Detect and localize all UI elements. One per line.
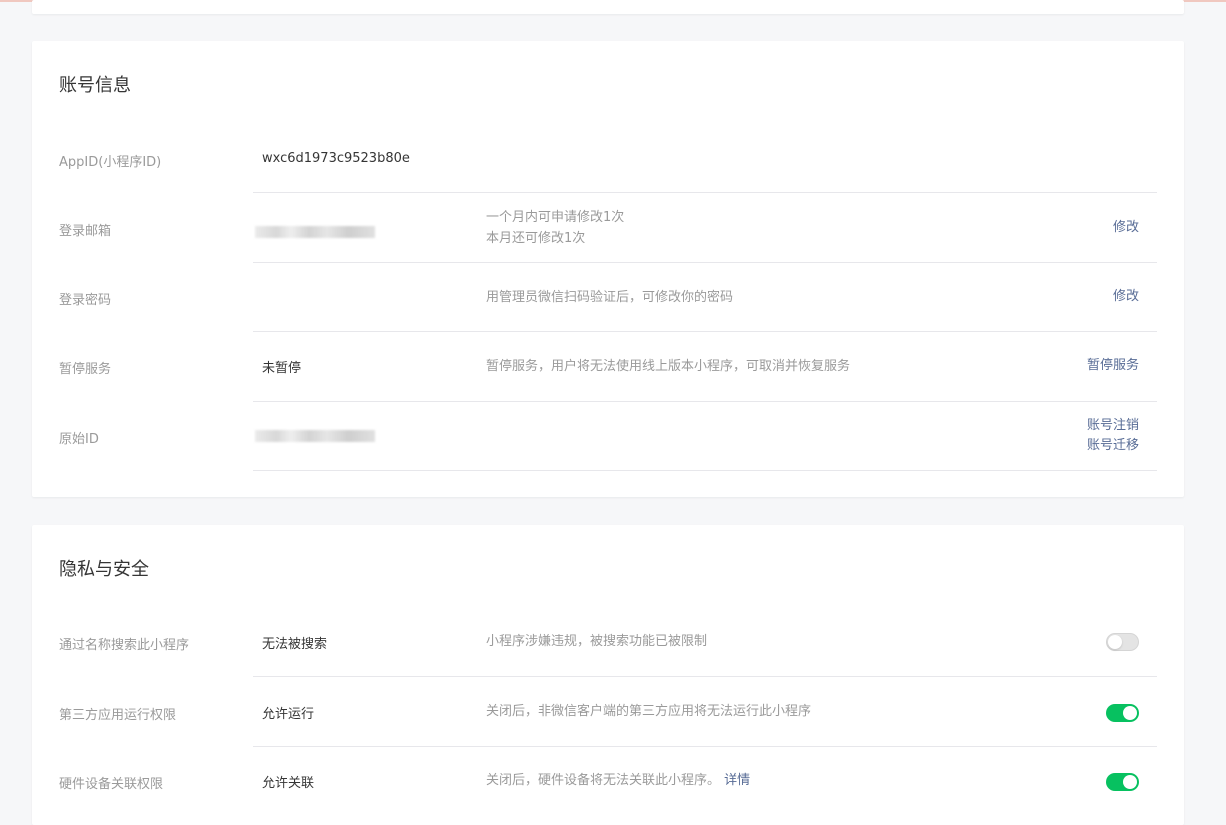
privacy-security-title: 隐私与安全: [59, 559, 149, 580]
email-desc-line2: 本月还可修改1次: [486, 231, 586, 246]
third-party-run-status: 允许运行: [262, 707, 315, 722]
row-divider: [253, 470, 1157, 471]
original-id-actions: 账号注销 账号迁移: [1087, 416, 1139, 456]
account-info-title: 账号信息: [59, 75, 131, 96]
hardware-details-link[interactable]: 详情: [724, 773, 750, 788]
search-by-name-status: 无法被搜索: [262, 637, 328, 652]
search-by-name-desc: 小程序涉嫌违规，被搜索功能已被限制: [486, 634, 708, 649]
hardware-link-desc: 关闭后，硬件设备将无法关联此小程序。 详情: [486, 770, 750, 791]
login-password-label: 登录密码: [59, 293, 112, 308]
migrate-account-link[interactable]: 账号迁移: [1087, 436, 1139, 456]
third-party-run-row: 第三方应用运行权限 允许运行 关闭后，非微信客户端的第三方应用将无法运行此小程序: [32, 677, 1184, 747]
login-email-label: 登录邮箱: [59, 224, 112, 239]
appid-row: AppID(小程序ID) wxc6d1973c9523b80e: [32, 123, 1184, 193]
pause-service-label: 暂停服务: [59, 362, 112, 377]
cancel-account-link[interactable]: 账号注销: [1087, 416, 1139, 436]
login-email-desc: 一个月内可申请修改1次 本月还可修改1次: [486, 207, 624, 249]
account-info-card: 账号信息 AppID(小程序ID) wxc6d1973c9523b80e 登录邮…: [32, 41, 1184, 497]
hardware-link-desc-text: 关闭后，硬件设备将无法关联此小程序。: [486, 773, 721, 788]
third-party-run-label: 第三方应用运行权限: [59, 708, 177, 723]
modify-email-link[interactable]: 修改: [1113, 218, 1139, 238]
original-id-row: 原始ID 账号注销 账号迁移: [32, 402, 1184, 471]
third-party-run-desc: 关闭后，非微信客户端的第三方应用将无法运行此小程序: [486, 704, 812, 719]
login-password-row: 登录密码 用管理员微信扫码验证后，可修改你的密码 修改: [32, 263, 1184, 332]
pause-service-desc: 暂停服务，用户将无法使用线上版本小程序，可取消并恢复服务: [486, 359, 851, 374]
toggle-knob: [1123, 775, 1137, 789]
modify-password-link[interactable]: 修改: [1113, 287, 1139, 307]
hardware-link-status: 允许关联: [262, 776, 315, 791]
original-id-value-redacted: [255, 430, 375, 442]
appid-value: wxc6d1973c9523b80e: [262, 151, 410, 166]
privacy-security-card: 隐私与安全 通过名称搜索此小程序 无法被搜索 小程序涉嫌违规，被搜索功能已被限制…: [32, 525, 1184, 825]
hardware-link-toggle[interactable]: [1106, 773, 1139, 791]
pause-service-link[interactable]: 暂停服务: [1087, 356, 1139, 376]
search-by-name-toggle[interactable]: [1106, 633, 1139, 651]
email-desc-line1: 一个月内可申请修改1次: [486, 210, 625, 225]
third-party-run-toggle[interactable]: [1106, 704, 1139, 722]
login-email-row: 登录邮箱 一个月内可申请修改1次 本月还可修改1次 修改: [32, 193, 1184, 263]
appid-label: AppID(小程序ID): [59, 155, 162, 170]
hardware-link-row: 硬件设备关联权限 允许关联 关闭后，硬件设备将无法关联此小程序。 详情: [32, 747, 1184, 817]
login-password-desc: 用管理员微信扫码验证后，可修改你的密码: [486, 290, 734, 305]
search-by-name-label: 通过名称搜索此小程序: [59, 638, 190, 653]
original-id-label: 原始ID: [59, 432, 99, 447]
search-by-name-row: 通过名称搜索此小程序 无法被搜索 小程序涉嫌违规，被搜索功能已被限制: [32, 607, 1184, 677]
previous-section-card: [32, 0, 1184, 14]
email-value-redacted: [255, 226, 375, 238]
pause-service-status: 未暂停: [262, 361, 302, 376]
toggle-knob: [1123, 706, 1137, 720]
toggle-knob: [1108, 635, 1122, 649]
pause-service-row: 暂停服务 未暂停 暂停服务，用户将无法使用线上版本小程序，可取消并恢复服务 暂停…: [32, 332, 1184, 402]
